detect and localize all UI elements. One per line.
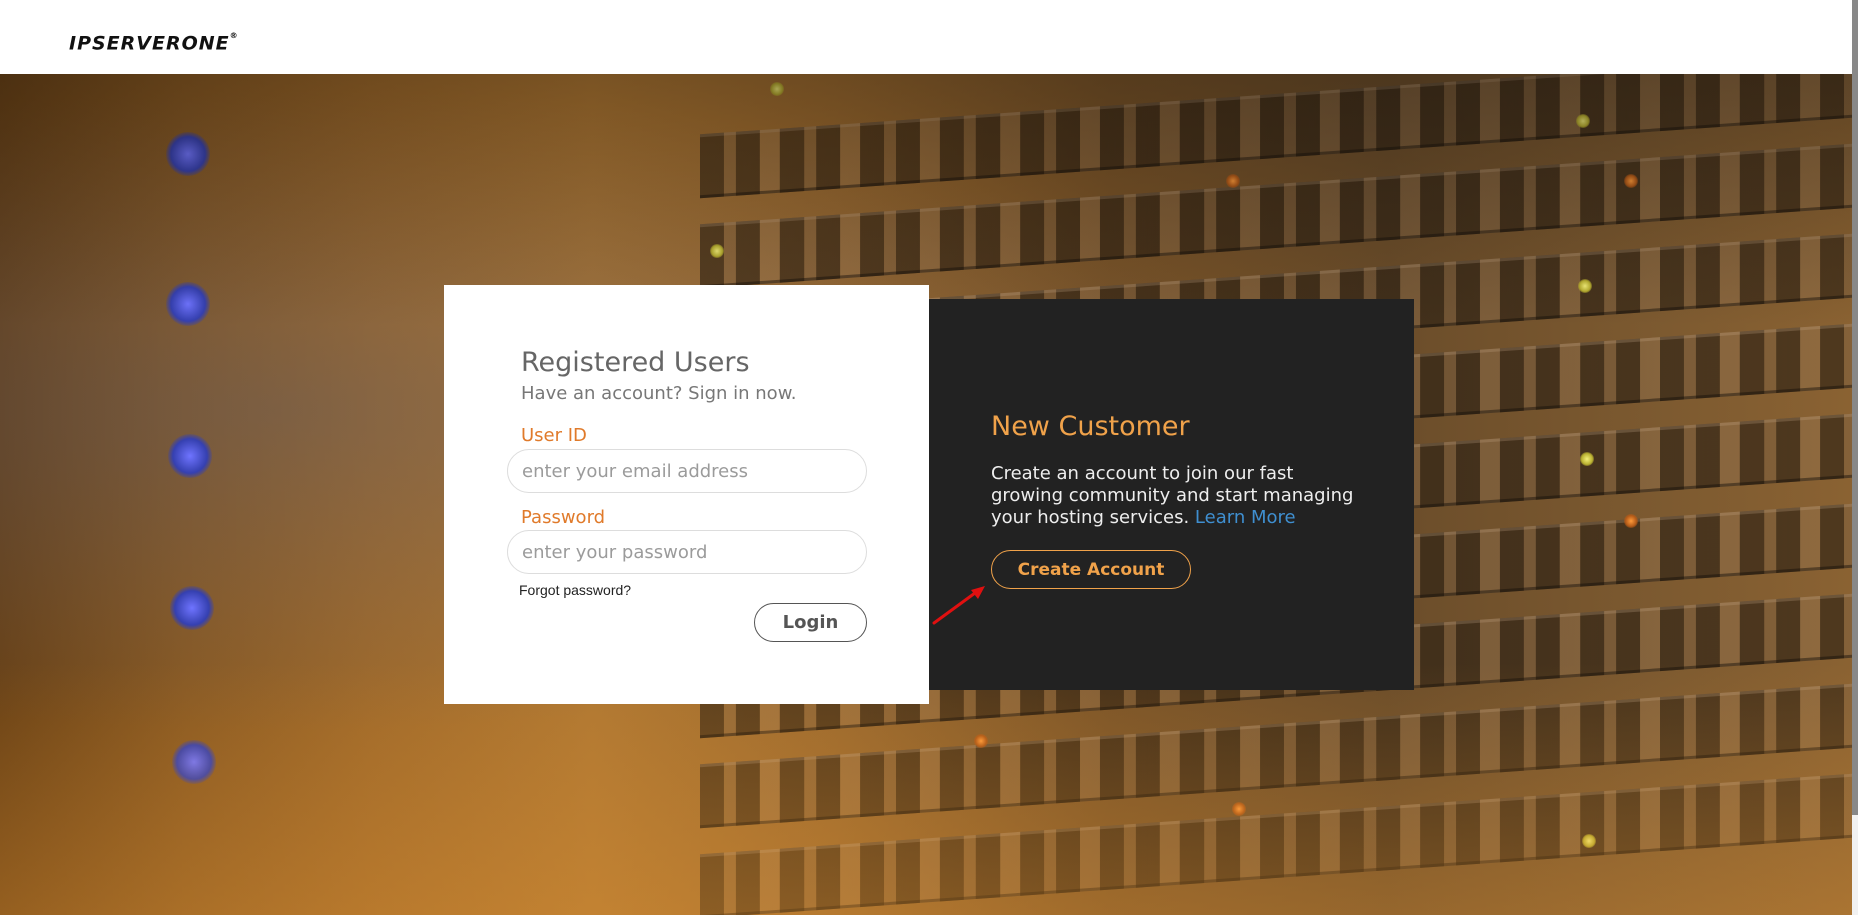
page-scrollbar[interactable]: [1852, 0, 1858, 915]
password-input[interactable]: [507, 530, 867, 574]
registered-mark: ®: [229, 31, 239, 40]
login-button[interactable]: Login: [754, 603, 867, 642]
new-customer-panel: New Customer Create an account to join o…: [929, 299, 1414, 690]
user-id-label: User ID: [521, 425, 587, 446]
user-id-input[interactable]: [507, 449, 867, 493]
new-customer-title: New Customer: [991, 411, 1190, 442]
create-account-button[interactable]: Create Account: [991, 550, 1191, 589]
new-customer-description: Create an account to join our fast growi…: [991, 463, 1361, 529]
password-label: Password: [521, 507, 606, 528]
annotation-arrow-icon: [932, 586, 985, 625]
registered-users-card: Registered Users Have an account? Sign i…: [444, 285, 929, 704]
site-logo[interactable]: IPSERVERONE®: [69, 29, 239, 55]
learn-more-link[interactable]: Learn More: [1195, 507, 1296, 528]
top-header: IPSERVERONE®: [0, 0, 1852, 74]
login-title: Registered Users: [521, 347, 750, 378]
description-text: Create an account to join our fast growi…: [991, 463, 1354, 528]
logo-text: IPSERVERONE: [69, 32, 230, 55]
forgot-password-link[interactable]: Forgot password?: [519, 582, 631, 598]
scrollbar-thumb[interactable]: [1852, 0, 1858, 815]
login-subtitle: Have an account? Sign in now.: [521, 383, 797, 404]
